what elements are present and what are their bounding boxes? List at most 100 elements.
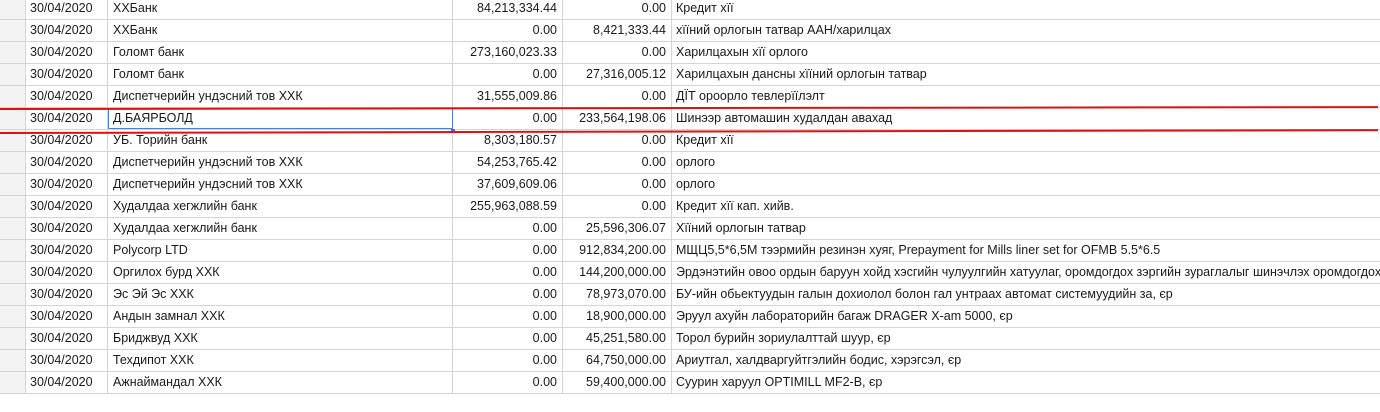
date-cell[interactable]: 30/04/2020 [26,108,108,129]
date-cell[interactable]: 30/04/2020 [26,42,108,63]
table-row[interactable]: 30/04/2020 Ажнаймандал ХХК 0.00 59,400,000.… [0,372,1380,394]
description-cell[interactable]: хїїний орлогын татвар ААН/харилцах [672,20,1380,41]
credit-cell[interactable]: 59,400,000.00 [563,372,672,393]
debit-cell[interactable]: 84,213,334.44 [453,0,563,19]
credit-cell[interactable]: 0.00 [563,196,672,217]
debit-cell[interactable]: 0.00 [453,218,563,239]
row-header-cell[interactable] [0,152,26,173]
description-cell[interactable]: Эруул ахуйн лабораторийн багаж DRAGER X-… [672,306,1380,327]
credit-cell[interactable]: 0.00 [563,86,672,107]
table-row[interactable]: 30/04/2020 Эс Эй Эс ХХК 0.00 78,973,070.00 Б… [0,284,1380,306]
credit-cell[interactable]: 64,750,000.00 [563,350,672,371]
party-cell[interactable]: Д.БАЯРБОЛД [108,108,453,129]
date-cell[interactable]: 30/04/2020 [26,218,108,239]
row-header-cell[interactable] [0,284,26,305]
row-header-cell[interactable] [0,86,26,107]
party-cell[interactable]: Оргилох бурд ХХК [108,262,453,283]
description-cell[interactable]: Кредит хїї [672,0,1380,19]
row-header-cell[interactable] [0,0,26,19]
date-cell[interactable]: 30/04/2020 [26,372,108,393]
date-cell[interactable]: 30/04/2020 [26,86,108,107]
table-row[interactable]: 30/04/2020 Техдипот ХХК 0.00 64,750,000.00 А… [0,350,1380,372]
debit-cell[interactable]: 273,160,023.33 [453,42,563,63]
table-row[interactable]: 30/04/2020 ХХБанк 84,213,334.44 0.00 Кредит … [0,0,1380,20]
row-header-cell[interactable] [0,42,26,63]
credit-cell[interactable]: 0.00 [563,0,672,19]
description-cell[interactable]: орлого [672,174,1380,195]
description-cell[interactable]: Суурин харуул OPTIMILL MF2-B, єр [672,372,1380,393]
party-cell[interactable]: ХХБанк [108,0,453,19]
row-header-cell[interactable] [0,328,26,349]
description-cell[interactable]: Торол бурийн зориулалттай шуур, єр [672,328,1380,349]
date-cell[interactable]: 30/04/2020 [26,64,108,85]
table-row[interactable]: 30/04/2020 Андын замнал ХХК 0.00 18,900,000… [0,306,1380,328]
debit-cell[interactable]: 8,303,180.57 [453,130,563,151]
credit-cell[interactable]: 0.00 [563,42,672,63]
table-row[interactable]: 30/04/2020 Диспетчерийн ундэсний тов ХХК 3… [0,174,1380,196]
row-header-cell[interactable] [0,262,26,283]
description-cell[interactable]: Ариутгал, халдваргуйтгэлийн бодис, хэрэг… [672,350,1380,371]
party-cell[interactable]: Ажнаймандал ХХК [108,372,453,393]
credit-cell[interactable]: 25,596,306.07 [563,218,672,239]
spreadsheet-grid[interactable]: 30/04/2020 ХХБанк 84,213,334.44 0.00 Кредит … [0,0,1380,412]
credit-cell[interactable]: 0.00 [563,152,672,173]
credit-cell[interactable]: 144,200,000.00 [563,262,672,283]
table-row[interactable]: 30/04/2020 Оргилох бурд ХХК 0.00 144,200,00… [0,262,1380,284]
debit-cell[interactable]: 31,555,009.86 [453,86,563,107]
row-header-cell[interactable] [0,20,26,41]
credit-cell[interactable]: 45,251,580.00 [563,328,672,349]
table-row[interactable]: 30/04/2020 Бриджвуд ХХК 0.00 45,251,580.00 Т… [0,328,1380,350]
date-cell[interactable]: 30/04/2020 [26,284,108,305]
credit-cell[interactable]: 78,973,070.00 [563,284,672,305]
party-cell[interactable]: Техдипот ХХК [108,350,453,371]
description-cell[interactable]: Харилцахын дансны хїїний орлогын татвар [672,64,1380,85]
description-cell[interactable]: Кредит хїї [672,130,1380,151]
party-cell[interactable]: Диспетчерийн ундэсний тов ХХК [108,174,453,195]
table-row[interactable]: 30/04/2020 Д.БАЯРБОЛД 0.00 233,564,198.06 Ши… [0,108,1380,130]
row-header-cell[interactable] [0,64,26,85]
row-header-cell[interactable] [0,350,26,371]
row-header-cell[interactable] [0,218,26,239]
debit-cell[interactable]: 0.00 [453,372,563,393]
date-cell[interactable]: 30/04/2020 [26,152,108,173]
table-row[interactable]: 30/04/2020 Диспетчерийн ундэсний тов ХХК 5… [0,152,1380,174]
date-cell[interactable]: 30/04/2020 [26,262,108,283]
debit-cell[interactable]: 0.00 [453,328,563,349]
row-header-cell[interactable] [0,306,26,327]
table-row[interactable]: 30/04/2020 Polycorp LTD 0.00 912,834,200.00… [0,240,1380,262]
party-cell[interactable]: Худалдаа хегжлийн банк [108,196,453,217]
description-cell[interactable]: Харилцахын хїї орлого [672,42,1380,63]
date-cell[interactable]: 30/04/2020 [26,174,108,195]
date-cell[interactable]: 30/04/2020 [26,20,108,41]
debit-cell[interactable]: 0.00 [453,108,563,129]
party-cell[interactable]: ХХБанк [108,20,453,41]
description-cell[interactable]: Эрдэнэтийн овоо ордын баруун хойд хэсгий… [672,262,1380,283]
party-cell[interactable]: Андын замнал ХХК [108,306,453,327]
party-cell[interactable]: Голомт банк [108,64,453,85]
debit-cell[interactable]: 255,963,088.59 [453,196,563,217]
date-cell[interactable]: 30/04/2020 [26,328,108,349]
description-cell[interactable]: Хїїний орлогын татвар [672,218,1380,239]
party-cell[interactable]: Бриджвуд ХХК [108,328,453,349]
row-header-cell[interactable] [0,372,26,393]
party-cell[interactable]: Эс Эй Эс ХХК [108,284,453,305]
description-cell[interactable]: Кредит хїї кап. хийв. [672,196,1380,217]
party-cell[interactable]: Диспетчерийн ундэсний тов ХХК [108,86,453,107]
debit-cell[interactable]: 37,609,609.06 [453,174,563,195]
credit-cell[interactable]: 27,316,005.12 [563,64,672,85]
credit-cell[interactable]: 0.00 [563,130,672,151]
debit-cell[interactable]: 0.00 [453,20,563,41]
table-row[interactable]: 30/04/2020 Худалдаа хегжлийн банк 255,963,… [0,196,1380,218]
description-cell[interactable]: ДЇТ ороорло тевлерїїлэлт [672,86,1380,107]
table-row[interactable]: 30/04/2020 ХХБанк 0.00 8,421,333.44 хїїний о… [0,20,1380,42]
description-cell[interactable]: БУ-ийн обьектуудын галын дохиолол болон … [672,284,1380,305]
debit-cell[interactable]: 0.00 [453,64,563,85]
table-row[interactable]: 30/04/2020 Голомт банк 0.00 27,316,005.12 Ха… [0,64,1380,86]
table-row[interactable]: 30/04/2020 Голомт банк 273,160,023.33 0.00 Х… [0,42,1380,64]
debit-cell[interactable]: 0.00 [453,284,563,305]
date-cell[interactable]: 30/04/2020 [26,196,108,217]
date-cell[interactable]: 30/04/2020 [26,306,108,327]
description-cell[interactable]: Шинээр автомашин худалдан авахад [672,108,1380,129]
description-cell[interactable]: орлого [672,152,1380,173]
credit-cell[interactable]: 8,421,333.44 [563,20,672,41]
